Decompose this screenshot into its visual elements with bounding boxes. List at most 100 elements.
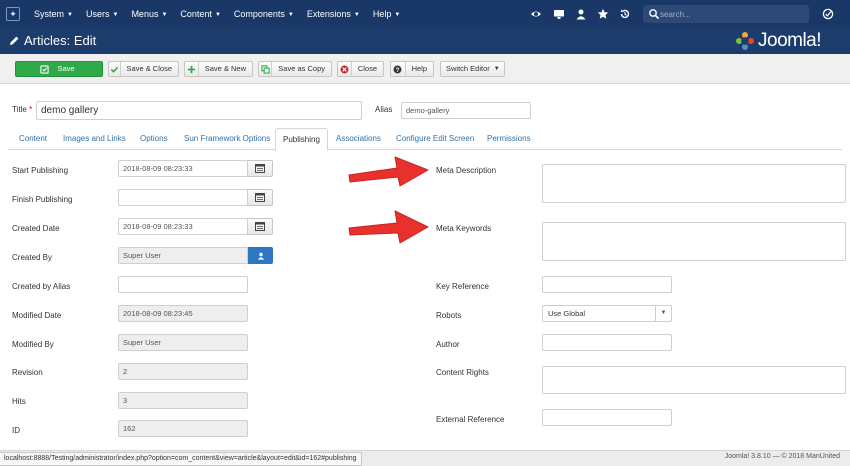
tab-associations[interactable]: Associations — [336, 128, 381, 150]
help-icon: ? — [391, 62, 406, 76]
meta-description-textarea[interactable] — [542, 164, 846, 203]
tab-bar: Content Images and Links Options Sun Fra… — [8, 128, 842, 151]
created-by-alias-input[interactable] — [118, 276, 248, 293]
joomla-x-icon[interactable] — [822, 8, 834, 20]
user-icon — [257, 252, 264, 260]
annotation-arrow — [348, 156, 429, 187]
hits-label: Hits — [12, 397, 26, 406]
robots-select[interactable]: Use Global ▼ — [542, 305, 672, 322]
calendar-button[interactable] — [248, 160, 273, 177]
chevron-down-icon: ▼ — [161, 11, 168, 18]
close-icon — [338, 62, 352, 76]
modified-by-input — [118, 334, 248, 351]
external-reference-input[interactable] — [542, 409, 672, 426]
toolbar: Save Save & Close Save & New Save as Cop… — [0, 54, 850, 84]
created-date-input[interactable] — [118, 218, 248, 235]
calendar-button[interactable] — [248, 189, 273, 206]
revision-input — [118, 363, 248, 380]
joomla-logo: Joomla! — [735, 30, 822, 51]
link-url-tooltip: localhost:8888/Testing/administrator/ind… — [0, 452, 362, 466]
menu-system[interactable]: System ▼ — [34, 0, 73, 28]
chevron-down-icon: ▼ — [493, 66, 500, 72]
page-title: Articles: Edit — [24, 33, 97, 48]
help-button[interactable]: ? Help — [390, 61, 434, 77]
created-by-alias-label: Created by Alias — [12, 282, 71, 291]
tab-permissions[interactable]: Permissions — [487, 128, 531, 150]
joomla-logo-icon — [736, 32, 754, 50]
chevron-down-icon: ▼ — [112, 11, 119, 18]
eye-icon[interactable] — [530, 8, 542, 20]
menu-content[interactable]: Content ▼ — [180, 0, 220, 28]
revision-label: Revision — [12, 368, 43, 377]
search-input[interactable] — [660, 6, 800, 22]
top-navbar: ✦ System ▼ Users ▼ Menus ▼ Content ▼ Compone… — [0, 0, 850, 28]
history-icon[interactable] — [619, 8, 631, 20]
created-date-label: Created Date — [12, 224, 60, 233]
chevron-down-icon: ▼ — [353, 11, 360, 18]
created-by-input[interactable] — [118, 247, 248, 264]
menu-components[interactable]: Components ▼ — [234, 0, 294, 28]
plus-icon — [185, 62, 199, 76]
content-rights-label: Content Rights — [436, 368, 489, 377]
select-user-button[interactable] — [248, 247, 273, 264]
key-reference-input[interactable] — [542, 276, 672, 293]
save-new-button[interactable]: Save & New — [184, 61, 253, 77]
save-close-button[interactable]: Save & Close — [108, 61, 179, 77]
hits-input — [118, 392, 248, 409]
meta-description-label: Meta Description — [436, 166, 497, 175]
tab-configure-edit-screen[interactable]: Configure Edit Screen — [396, 128, 474, 150]
id-label: ID — [12, 426, 20, 435]
calendar-icon — [255, 164, 265, 173]
robots-label: Robots — [436, 311, 462, 320]
user-icon[interactable] — [575, 8, 587, 20]
id-input — [118, 420, 248, 437]
key-reference-label: Key Reference — [436, 282, 489, 291]
finish-publishing-input[interactable] — [118, 189, 248, 206]
copy-icon — [259, 62, 273, 76]
title-input[interactable] — [36, 101, 362, 120]
start-publishing-input[interactable] — [118, 160, 248, 177]
calendar-icon — [255, 222, 265, 231]
annotation-arrow — [348, 210, 429, 244]
tab-sun-framework-options[interactable]: Sun Framework Options — [184, 128, 270, 150]
alias-label: Alias — [375, 105, 393, 114]
main-menu: System ▼ Users ▼ Menus ▼ Content ▼ Component… — [34, 0, 413, 28]
author-input[interactable] — [542, 334, 672, 351]
calendar-button[interactable] — [248, 218, 273, 235]
chevron-down-icon: ▼ — [214, 11, 221, 18]
close-button[interactable]: Close — [337, 61, 384, 77]
menu-help[interactable]: Help ▼ — [373, 0, 400, 28]
joomla-menu-icon[interactable]: ✦ — [6, 7, 20, 21]
save-button[interactable]: Save — [15, 61, 103, 77]
star-icon[interactable] — [597, 8, 609, 20]
save-as-copy-button[interactable]: Save as Copy — [258, 61, 332, 77]
chevron-down-icon: ▼ — [655, 306, 671, 321]
footer-version: Joomla! 3.8.10 — © 2018 ManUnited — [724, 453, 840, 460]
menu-extensions[interactable]: Extensions ▼ — [307, 0, 360, 28]
alias-input[interactable] — [401, 102, 531, 119]
finish-publishing-label: Finish Publishing — [12, 195, 73, 204]
created-by-label: Created By — [12, 253, 53, 262]
external-reference-label: External Reference — [436, 415, 505, 424]
menu-menus[interactable]: Menus ▼ — [131, 0, 167, 28]
switch-editor-button[interactable]: Switch Editor ▼ — [440, 61, 505, 77]
tab-content[interactable]: Content — [19, 128, 47, 150]
tab-images-and-links[interactable]: Images and Links — [63, 128, 126, 150]
menu-users[interactable]: Users ▼ — [86, 0, 118, 28]
tab-publishing[interactable]: Publishing — [275, 128, 328, 151]
joomla-wordmark: Joomla! — [758, 30, 822, 51]
author-label: Author — [436, 340, 460, 349]
content-rights-textarea[interactable] — [542, 366, 846, 394]
svg-text:?: ? — [396, 66, 400, 73]
modified-date-input — [118, 305, 248, 322]
start-publishing-label: Start Publishing — [12, 166, 69, 175]
pencil-icon — [10, 36, 19, 45]
tab-options[interactable]: Options — [140, 128, 168, 150]
meta-keywords-textarea[interactable] — [542, 222, 846, 261]
save-icon — [37, 62, 51, 76]
title-label: Title * — [12, 105, 33, 114]
title-bar: Articles: Edit Joomla! — [0, 28, 850, 54]
monitor-icon[interactable] — [553, 8, 565, 20]
search-icon — [649, 9, 660, 20]
check-icon — [109, 62, 121, 76]
